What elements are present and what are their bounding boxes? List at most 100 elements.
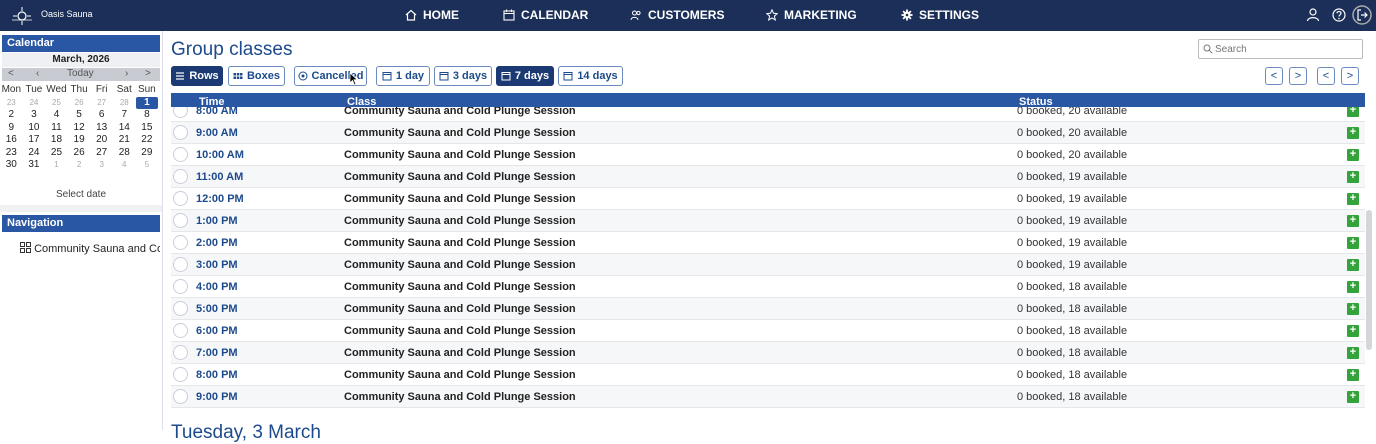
calendar-day[interactable]: 20 [90,134,113,147]
calendar-day[interactable]: 11 [45,122,68,135]
table-row[interactable]: 11:00 AM Community Sauna and Cold Plunge … [171,166,1365,188]
next-week-button[interactable]: › [125,68,128,79]
boxes-view-button[interactable]: Boxes [228,66,285,86]
calendar-day[interactable]: 27 [90,147,113,160]
table-row[interactable]: 3:00 PM Community Sauna and Cold Plunge S… [171,254,1365,276]
brand-name[interactable]: Oasis Sauna [41,9,93,19]
calendar-day[interactable]: 17 [23,134,46,147]
table-row[interactable]: 9:00 PM Community Sauna and Cold Plunge S… [171,386,1365,408]
nav-home[interactable]: HOME [405,8,459,22]
calendar-day[interactable]: 16 [0,134,23,147]
table-row[interactable]: 12:00 PM Community Sauna and Cold Plunge … [171,188,1365,210]
row-select-radio[interactable] [173,367,188,382]
row-select-radio[interactable] [173,107,188,118]
calendar-day[interactable]: 1 [45,159,68,172]
add-booking-button[interactable]: + [1347,237,1359,249]
nav-customers[interactable]: CUSTOMERS [630,8,724,22]
calendar-day[interactable]: 5 [136,159,159,172]
add-booking-button[interactable]: + [1347,303,1359,315]
row-select-radio[interactable] [173,169,188,184]
table-row[interactable]: 7:00 PM Community Sauna and Cold Plunge S… [171,342,1365,364]
calendar-day[interactable]: 23 [0,97,23,110]
add-booking-button[interactable]: + [1347,369,1359,381]
calendar-day[interactable]: 10 [23,122,46,135]
row-select-radio[interactable] [173,147,188,162]
row-select-radio[interactable] [173,301,188,316]
calendar-day[interactable]: 3 [90,159,113,172]
calendar-day[interactable]: 4 [45,109,68,122]
calendar-day[interactable]: 21 [113,134,136,147]
calendar-day[interactable]: 8 [136,109,159,122]
prev-week-button[interactable]: ‹ [36,68,39,79]
row-select-radio[interactable] [173,213,188,228]
row-time[interactable]: 8:00 PM [196,369,238,381]
row-time[interactable]: 11:00 AM [196,171,243,183]
calendar-day[interactable]: 15 [136,122,159,135]
next-page-button[interactable]: > [1289,67,1307,85]
add-booking-button[interactable]: + [1347,149,1359,161]
calendar-day[interactable]: 25 [45,97,68,110]
calendar-day[interactable]: 28 [113,97,136,110]
prev-page-button[interactable]: < [1265,67,1283,85]
calendar-day[interactable]: 19 [68,134,91,147]
row-time[interactable]: 3:00 PM [196,259,238,271]
table-row[interactable]: 8:00 PM Community Sauna and Cold Plunge S… [171,364,1365,386]
calendar-day[interactable]: 13 [90,122,113,135]
nav-marketing[interactable]: MARKETING [766,8,857,22]
calendar-day[interactable]: 24 [23,97,46,110]
calendar-day[interactable]: 24 [23,147,46,160]
row-select-radio[interactable] [173,345,188,360]
today-button[interactable]: Today [67,68,94,79]
calendar-day[interactable]: 7 [113,109,136,122]
row-time[interactable]: 6:00 PM [196,325,238,337]
user-icon[interactable] [1305,7,1321,23]
calendar-day[interactable]: 2 [0,109,23,122]
calendar-day[interactable]: 14 [113,122,136,135]
add-booking-button[interactable]: + [1347,171,1359,183]
calendar-day[interactable]: 1 [135,96,159,109]
range-1-day-button[interactable]: 1 day [376,66,430,86]
logout-icon[interactable] [1352,5,1372,25]
prev-month-button[interactable]: < [8,68,14,79]
row-time[interactable]: 5:00 PM [196,303,238,315]
calendar-day[interactable]: 26 [68,97,91,110]
row-time[interactable]: 1:00 PM [196,215,238,227]
scrollbar[interactable] [1366,210,1372,350]
add-booking-button[interactable]: + [1347,347,1359,359]
table-row[interactable]: 8:00 AM Community Sauna and Cold Plunge S… [171,107,1365,122]
calendar-day[interactable]: 30 [0,159,23,172]
table-row[interactable]: 4:00 PM Community Sauna and Cold Plunge S… [171,276,1365,298]
row-time[interactable]: 12:00 PM [196,193,244,205]
row-time[interactable]: 2:00 PM [196,237,238,249]
search-input[interactable] [1198,39,1363,59]
table-row[interactable]: 9:00 AM Community Sauna and Cold Plunge S… [171,122,1365,144]
calendar-day[interactable]: 25 [45,147,68,160]
table-row[interactable]: 2:00 PM Community Sauna and Cold Plunge S… [171,232,1365,254]
row-select-radio[interactable] [173,279,188,294]
calendar-day[interactable]: 4 [113,159,136,172]
add-booking-button[interactable]: + [1347,325,1359,337]
calendar-day[interactable]: 6 [90,109,113,122]
row-select-radio[interactable] [173,323,188,338]
row-time[interactable]: 9:00 PM [196,391,238,403]
calendar-day[interactable]: 27 [90,97,113,110]
add-booking-button[interactable]: + [1347,259,1359,271]
next-month-button[interactable]: > [145,68,151,79]
row-select-radio[interactable] [173,389,188,404]
next-period-button[interactable]: > [1341,67,1359,85]
calendar-day[interactable]: 12 [68,122,91,135]
range-14-days-button[interactable]: 14 days [558,66,623,86]
row-select-radio[interactable] [173,235,188,250]
row-time[interactable]: 8:00 AM [196,107,238,117]
row-time[interactable]: 4:00 PM [196,281,238,293]
table-row[interactable]: 10:00 AM Community Sauna and Cold Plunge … [171,144,1365,166]
row-select-radio[interactable] [173,125,188,140]
prev-period-button[interactable]: < [1317,67,1335,85]
table-row[interactable]: 5:00 PM Community Sauna and Cold Plunge S… [171,298,1365,320]
row-time[interactable]: 9:00 AM [196,127,238,139]
add-booking-button[interactable]: + [1347,391,1359,403]
calendar-day[interactable]: 28 [113,147,136,160]
range-7-days-button[interactable]: 7 days [496,66,554,86]
range-3-days-button[interactable]: 3 days [434,66,492,86]
add-booking-button[interactable]: + [1347,193,1359,205]
